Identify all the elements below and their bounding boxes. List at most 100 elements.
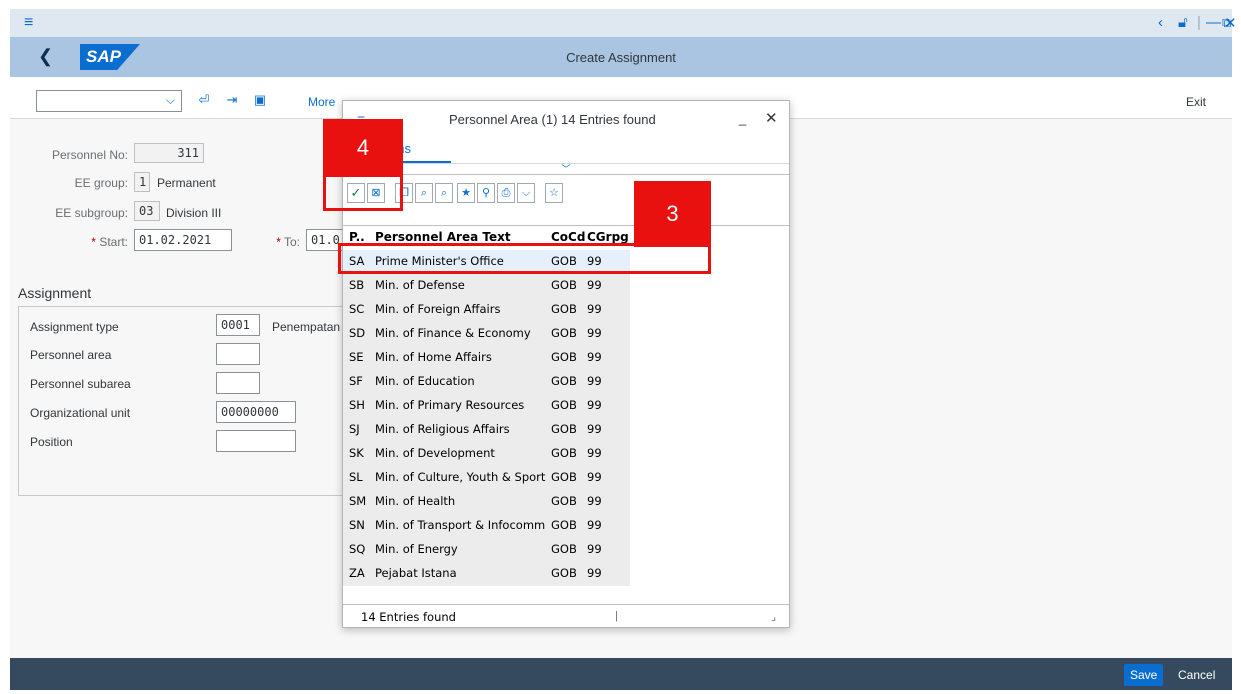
collapse-handle[interactable]: ﹀: [343, 165, 789, 175]
cell-cocd: GOB: [551, 422, 577, 436]
minimize-icon[interactable]: _: [739, 111, 746, 126]
cell-code: SQ: [349, 542, 366, 556]
exit-button[interactable]: Exit: [1186, 95, 1206, 109]
cell-cgrpg: 99: [587, 350, 602, 364]
table-row[interactable]: SL Min. of Culture, Youth & Sport GOB 99: [343, 466, 630, 490]
table-row[interactable]: SF Min. of Education GOB 99: [343, 370, 630, 394]
image-icon[interactable]: ▣: [252, 92, 268, 108]
cell-area-text: Min. of Education: [375, 374, 475, 388]
cell-cocd: GOB: [551, 398, 577, 412]
cell-area-text: Min. of Culture, Youth & Sport: [375, 470, 546, 484]
cell-cocd: GOB: [551, 470, 577, 484]
cell-cgrpg: 99: [587, 278, 602, 292]
table-row[interactable]: SB Min. of Defense GOB 99: [343, 274, 630, 298]
page-title: Create Assignment: [566, 50, 676, 65]
ee-subgroup-label: EE subgroup:: [55, 206, 128, 220]
cell-code: SC: [349, 302, 365, 316]
table-row[interactable]: SK Min. of Development GOB 99: [343, 442, 630, 466]
cell-area-text: Min. of Defense: [375, 278, 465, 292]
cell-cgrpg: 99: [587, 470, 602, 484]
cell-cocd: GOB: [551, 494, 577, 508]
dialog-title: Personnel Area (1) 14 Entries found: [449, 112, 656, 127]
save-button[interactable]: Save: [1124, 664, 1164, 686]
cell-cocd: GOB: [551, 278, 577, 292]
lock-icon[interactable]: 🔓︎: [1178, 14, 1188, 32]
cell-area-text: Min. of Religious Affairs: [375, 422, 510, 436]
cell-code: SN: [349, 518, 365, 532]
cancel-button[interactable]: Cancel: [1178, 664, 1215, 686]
favorite-add-icon[interactable]: ★: [457, 183, 475, 203]
cell-area-text: Min. of Development: [375, 446, 495, 460]
position-label: Position: [30, 435, 73, 449]
start-date-field[interactable]: 01.02.2021: [134, 229, 232, 251]
table-row[interactable]: SC Min. of Foreign Affairs GOB 99: [343, 298, 630, 322]
cell-cgrpg: 99: [587, 326, 602, 340]
cell-code: SM: [349, 494, 367, 508]
exit-icon[interactable]: ⇥: [224, 92, 240, 108]
assignment-type-field[interactable]: 0001: [216, 314, 260, 336]
org-unit-label: Organizational unit: [30, 406, 131, 420]
cell-code: SJ: [349, 422, 360, 436]
table-row[interactable]: SM Min. of Health GOB 99: [343, 490, 630, 514]
cell-cgrpg: 99: [587, 302, 602, 316]
assignment-type-label: Assignment type: [30, 320, 119, 334]
info-icon[interactable]: ☆: [545, 183, 563, 203]
cell-cgrpg: 99: [587, 374, 602, 388]
personnel-subarea-field[interactable]: [216, 372, 260, 394]
personnel-no-label: Personnel No:: [51, 148, 128, 162]
org-unit-field[interactable]: 00000000: [216, 401, 296, 423]
cell-cocd: GOB: [551, 542, 577, 556]
start-label: * Start:: [91, 235, 128, 249]
back-nav-icon[interactable]: ‹: [1158, 14, 1163, 32]
table-row[interactable]: SE Min. of Home Affairs GOB 99: [343, 346, 630, 370]
cell-area-text: Min. of Transport & Infocomm: [375, 518, 546, 532]
cell-cgrpg: 99: [587, 422, 602, 436]
assignment-section-title: Assignment: [18, 285, 92, 301]
cell-area-text: Min. of Primary Resources: [375, 398, 525, 412]
window-title-bar: ≡ ‹ 🔓︎ | — ⧉: [10, 9, 1232, 37]
close-window-icon[interactable]: ✕: [1224, 14, 1237, 32]
callout-3-label: 3: [634, 181, 711, 247]
status-text: 14 Entries found: [361, 610, 456, 624]
cell-code: SE: [349, 350, 364, 364]
filter-icon[interactable]: ⚲: [477, 183, 495, 203]
table-row[interactable]: SD Min. of Finance & Economy GOB 99: [343, 322, 630, 346]
print-icon[interactable]: ⎙: [497, 183, 515, 203]
table-row[interactable]: SQ Min. of Energy GOB 99: [343, 538, 630, 562]
cell-code: SB: [349, 278, 365, 292]
menu-icon[interactable]: ≡: [24, 14, 33, 32]
cell-area-text: Min. of Home Affairs: [375, 350, 492, 364]
ee-group-code: 1: [134, 172, 150, 192]
personnel-area-field[interactable]: [216, 343, 260, 365]
to-label: * To:: [276, 235, 300, 249]
cell-cocd: GOB: [551, 350, 577, 364]
cell-code: SD: [349, 326, 366, 340]
cell-cgrpg: 99: [587, 518, 602, 532]
close-icon[interactable]: ✕: [765, 109, 778, 127]
table-row[interactable]: SH Min. of Primary Resources GOB 99: [343, 394, 630, 418]
chevron-down-icon[interactable]: ⌵: [517, 183, 535, 203]
table-row[interactable]: SN Min. of Transport & Infocomm GOB 99: [343, 514, 630, 538]
resize-grip-icon[interactable]: ⌟: [771, 610, 776, 623]
table-row[interactable]: ZA Pejabat Istana GOB 99: [343, 562, 630, 586]
app-header: ❮ SAP Create Assignment: [10, 37, 1232, 77]
position-field[interactable]: [216, 430, 296, 452]
cell-cocd: GOB: [551, 302, 577, 316]
enter-icon[interactable]: ⏎: [196, 92, 212, 108]
status-separator: |: [615, 610, 618, 622]
command-field[interactable]: ⌵: [36, 90, 182, 112]
cell-cocd: GOB: [551, 446, 577, 460]
minimize-icon[interactable]: —: [1206, 14, 1221, 32]
personnel-area-label: Personnel area: [30, 348, 112, 362]
cell-cgrpg: 99: [587, 446, 602, 460]
more-button[interactable]: More: [308, 95, 335, 109]
cell-cgrpg: 99: [587, 566, 602, 580]
cell-code: SL: [349, 470, 363, 484]
search-icon[interactable]: ⌕: [415, 183, 433, 203]
chevron-down-icon[interactable]: ⌵: [166, 93, 175, 108]
cell-cocd: GOB: [551, 518, 577, 532]
cell-code: ZA: [349, 566, 365, 580]
ee-subgroup-text: Division III: [166, 206, 222, 220]
table-row[interactable]: SJ Min. of Religious Affairs GOB 99: [343, 418, 630, 442]
search-next-icon[interactable]: ⌕: [435, 183, 453, 203]
